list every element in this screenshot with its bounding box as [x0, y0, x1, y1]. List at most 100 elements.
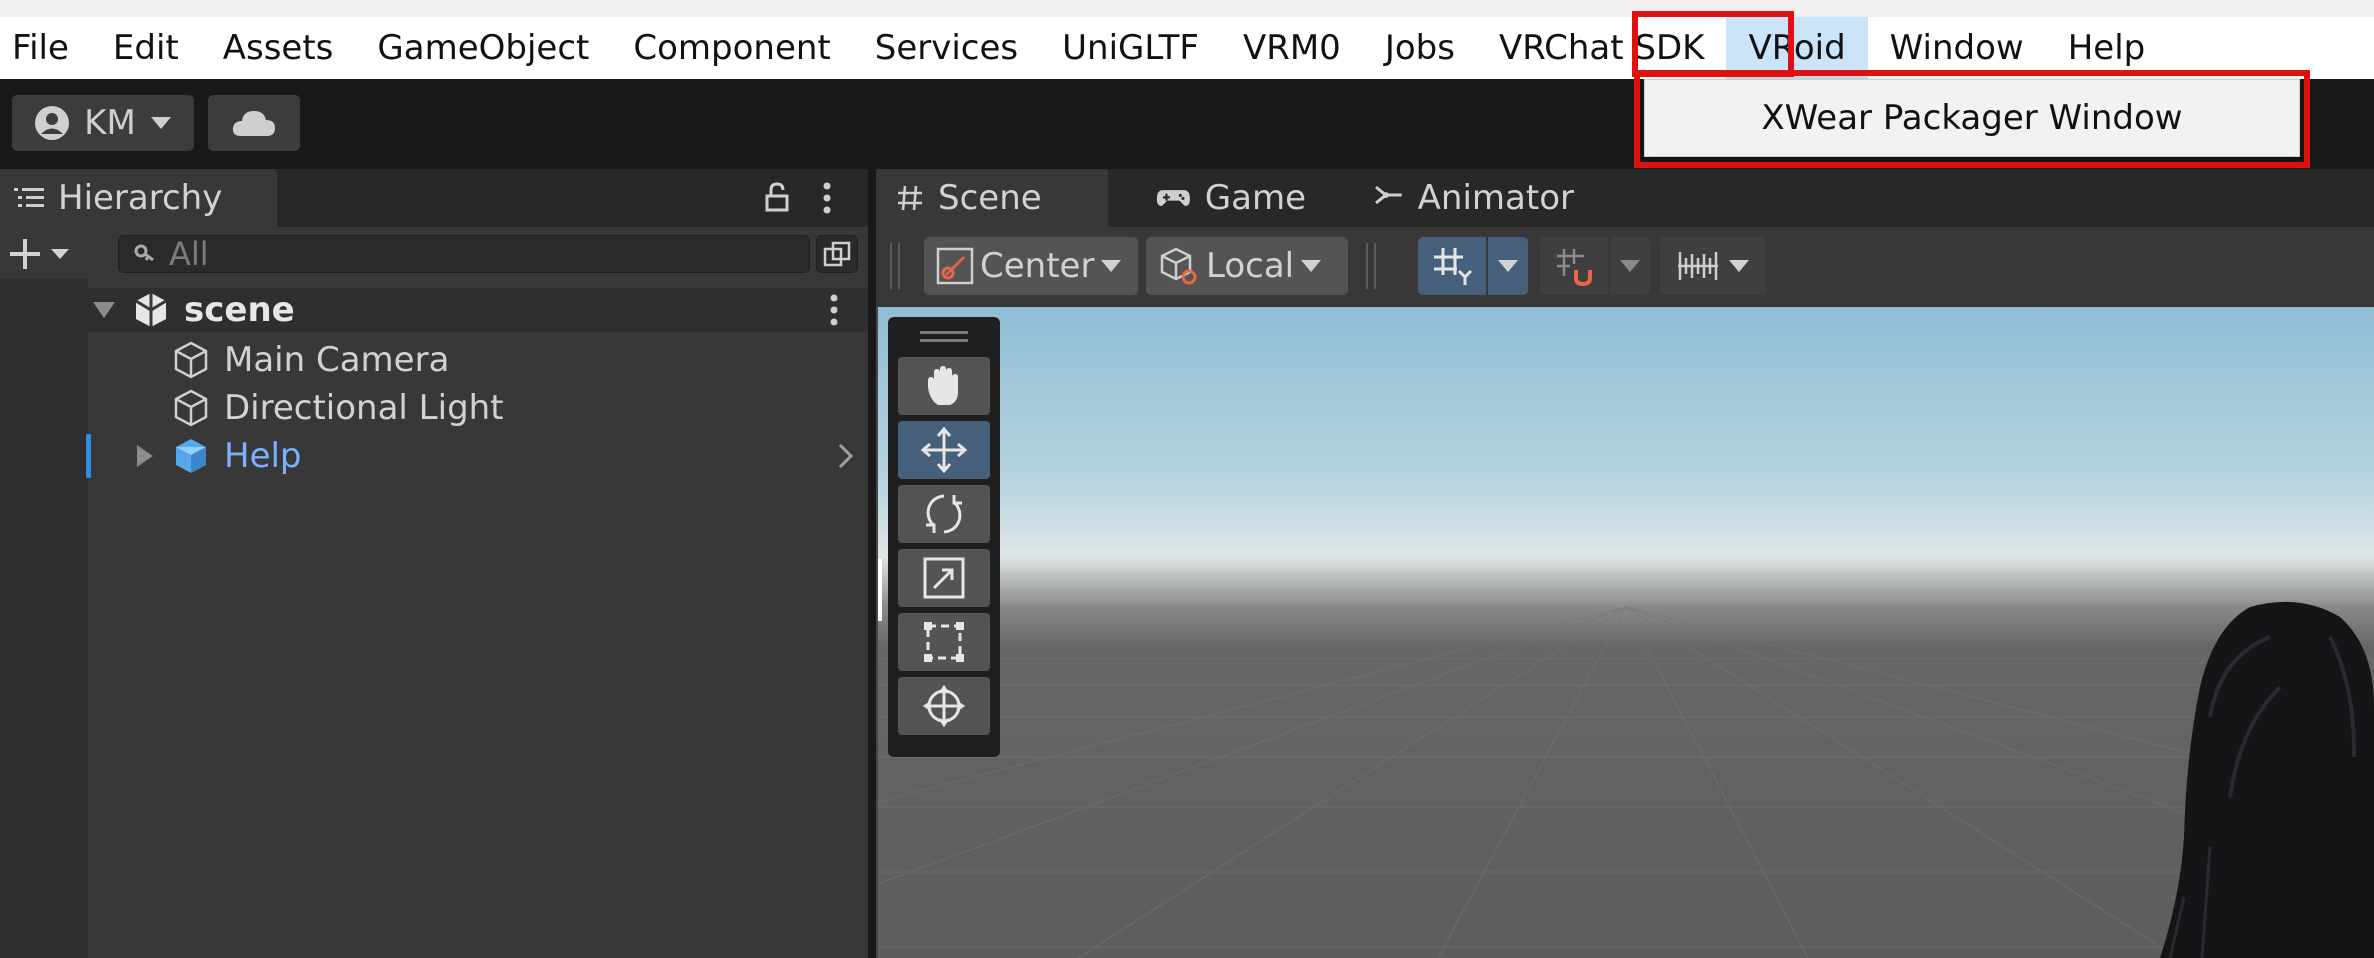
- menu-vrm0[interactable]: VRM0: [1221, 17, 1363, 79]
- tree-item-label: Directional Light: [224, 388, 504, 428]
- grid-snapping-toggle[interactable]: [1418, 237, 1486, 295]
- expand-triangle-right-icon[interactable]: [136, 444, 154, 468]
- hierarchy-search-field[interactable]: [118, 235, 810, 273]
- grid-snapping-dropdown[interactable]: [1488, 237, 1528, 295]
- cloud-icon: [232, 111, 275, 136]
- account-button[interactable]: KM: [12, 95, 194, 151]
- scale-icon: [923, 557, 965, 599]
- pivot-rotation-dropdown[interactable]: Local: [1146, 237, 1348, 295]
- scale-tool-button[interactable]: [898, 549, 990, 607]
- tab-hierarchy-label: Hierarchy: [58, 178, 223, 218]
- hierarchy-tab-bar: Hierarchy: [0, 169, 868, 227]
- menu-help[interactable]: Help: [2046, 17, 2168, 79]
- menu-jobs[interactable]: Jobs: [1363, 17, 1477, 79]
- create-dropdown[interactable]: [8, 235, 84, 273]
- animator-icon: [1375, 185, 1402, 205]
- menu-edit[interactable]: Edit: [91, 17, 201, 79]
- search-icon: [134, 244, 154, 262]
- tree-row-directional-light[interactable]: Directional Light: [0, 384, 868, 432]
- increment-snap-dropdown[interactable]: [1610, 237, 1650, 295]
- hierarchy-search-row: [0, 227, 868, 279]
- palette-grip[interactable]: [920, 331, 968, 334]
- scene-name: scene: [184, 290, 295, 330]
- tree-row-help[interactable]: Help: [0, 432, 868, 480]
- chevron-down-icon: [1101, 260, 1122, 272]
- toolbar-grip[interactable]: [1366, 243, 1376, 289]
- rect-tool-button[interactable]: [898, 613, 990, 671]
- scene-viewport[interactable]: [878, 307, 2374, 958]
- gameobject-icon: [174, 341, 208, 379]
- overlay-collapse-handle[interactable]: [878, 559, 882, 621]
- tab-scene[interactable]: Scene: [876, 169, 1108, 227]
- pivot-rotation-label: Local: [1206, 246, 1295, 286]
- hand-icon: [928, 366, 958, 405]
- more-options-icon[interactable]: [829, 293, 839, 327]
- chevron-down-icon: [1620, 260, 1640, 272]
- vroid-dropdown-menu: XWear Packager Window: [1644, 79, 2300, 157]
- cloud-button[interactable]: [208, 95, 300, 151]
- more-options-icon[interactable]: [822, 181, 832, 215]
- expand-icon: [823, 241, 851, 267]
- prefab-cube-icon: [176, 439, 206, 473]
- tab-hierarchy[interactable]: Hierarchy: [0, 169, 277, 227]
- xwear-packager-window-item[interactable]: XWear Packager Window: [1761, 98, 2182, 138]
- menu-component[interactable]: Component: [611, 17, 852, 79]
- expand-triangle-icon[interactable]: [92, 301, 116, 319]
- chevron-down-icon: [1301, 260, 1322, 272]
- pivot-mode-label: Center: [980, 246, 1095, 286]
- tree-item-label: Main Camera: [224, 340, 450, 380]
- character-model: [2160, 601, 2374, 958]
- chevron-right-icon[interactable]: [838, 443, 854, 469]
- toolbar-grip[interactable]: [890, 243, 900, 289]
- scene-panel: Scene Game Animator Center Local: [876, 169, 2374, 958]
- palette-grip[interactable]: [920, 339, 968, 342]
- tree-row-scene[interactable]: scene: [0, 288, 868, 332]
- account-icon: [35, 106, 70, 140]
- panel-divider[interactable]: [868, 169, 876, 958]
- grid-snap-icon: [1434, 248, 1473, 285]
- tab-animator[interactable]: Animator: [1354, 169, 1574, 227]
- menu-unigltf[interactable]: UniGLTF: [1040, 17, 1221, 79]
- menu-vrchat-sdk[interactable]: VRChat SDK: [1477, 17, 1727, 79]
- hand-tool-button[interactable]: [898, 357, 990, 415]
- prefab-modified-indicator: [86, 434, 91, 478]
- grid-visibility-dropdown[interactable]: [1660, 237, 1766, 295]
- move-tool-button[interactable]: [898, 421, 990, 479]
- menu-services[interactable]: Services: [853, 17, 1040, 79]
- hierarchy-search-input[interactable]: [159, 235, 729, 273]
- menu-window[interactable]: Window: [1868, 17, 2046, 79]
- plus-icon: [10, 239, 40, 269]
- tab-scene-label: Scene: [938, 178, 1042, 218]
- pivot-center-icon: [936, 247, 974, 285]
- scene-tab-bar: Scene Game Animator: [876, 169, 2374, 227]
- menu-bar: File Edit Assets GameObject Component Se…: [0, 17, 2374, 79]
- rotate-tool-button[interactable]: [898, 485, 990, 543]
- tool-palette: [888, 317, 1000, 757]
- transform-tool-button[interactable]: [898, 677, 990, 735]
- rotate-icon: [926, 494, 962, 534]
- chevron-down-icon: [1729, 260, 1749, 272]
- increment-snap-toggle[interactable]: [1540, 237, 1608, 295]
- pivot-mode-dropdown[interactable]: Center: [924, 237, 1138, 295]
- tree-row-main-camera[interactable]: Main Camera: [0, 336, 868, 384]
- move-arrows-icon: [920, 426, 968, 474]
- menu-file[interactable]: File: [0, 17, 91, 79]
- menu-assets[interactable]: Assets: [201, 17, 356, 79]
- tab-game-label: Game: [1204, 178, 1306, 218]
- magnet-grid-icon: [1557, 249, 1592, 286]
- list-icon: [14, 188, 44, 207]
- tree-item-label: Help: [224, 436, 302, 476]
- title-strip: [0, 0, 2374, 17]
- lock-icon[interactable]: [764, 181, 790, 213]
- chevron-down-icon: [150, 117, 171, 129]
- gamepad-icon: [1156, 190, 1190, 206]
- scene-toolbar: Center Local: [876, 227, 2374, 307]
- tab-game[interactable]: Game: [1136, 169, 1306, 227]
- rect-transform-icon: [924, 622, 964, 662]
- menu-vroid[interactable]: VRoid: [1726, 17, 1868, 79]
- chevron-down-icon: [1498, 260, 1518, 272]
- transform-icon: [922, 684, 966, 728]
- search-options-button[interactable]: [816, 235, 858, 273]
- menu-gameobject[interactable]: GameObject: [355, 17, 611, 79]
- tab-animator-label: Animator: [1417, 178, 1574, 218]
